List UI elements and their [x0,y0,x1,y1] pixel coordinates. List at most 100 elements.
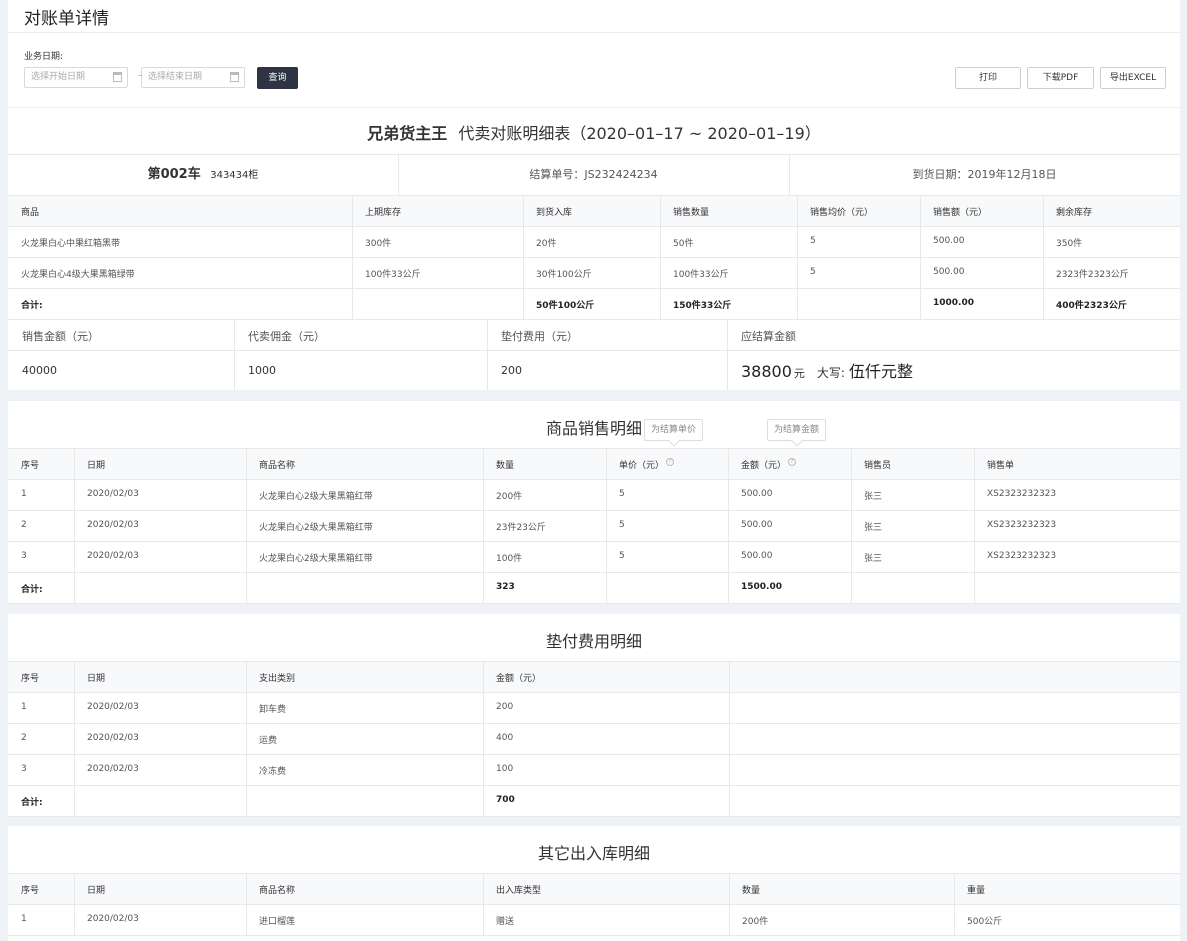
column-header: 商品 [21,208,40,218]
table-cell: 进口榴莲 [259,917,296,927]
table-cell: 300件 [365,239,392,249]
table-cell: 5 [810,236,816,246]
print-button[interactable]: 打印 [955,67,1021,89]
divider [8,448,1180,449]
start-date-input[interactable]: 选择开始日期 [24,67,128,88]
table-header [8,661,1180,692]
table-cell: 运费 [259,736,278,746]
column-header: 到货入库 [536,208,573,218]
table-cell: 火龙果白心2级大果黑箱红带 [259,492,373,502]
query-button[interactable]: 查询 [257,67,298,89]
divider [729,661,730,816]
help-icon: ? [666,458,675,466]
advance-title: 垫付费用明细 [545,632,642,651]
divider [246,448,247,603]
divider [8,541,1180,542]
column-header: 金额（元） [496,674,542,684]
column-header: 数量 [496,461,515,471]
table-cell: 冷冻费 [259,767,287,777]
divider [483,448,484,603]
column-header: 销售单 [987,461,1015,471]
divider [8,572,1180,573]
table-cell: 200件 [496,492,523,502]
table-cell: 3 [21,764,27,774]
divider [8,754,1180,755]
column-header: 金额（元）? [741,458,797,471]
caps-value: 伍仟元整 [848,362,913,381]
table-cell: 2020/02/03 [87,764,139,774]
cabinet-number: 343434柜 [210,170,259,181]
table-cell: XS2323232323 [987,520,1057,530]
sales-panel: 商品销售明细 为结算单价 为结算金额 序号 日期 商品名称 数量 单价（元）? 金额（元）… [8,401,1180,604]
total-cell: 合计: [21,585,43,595]
divider [851,448,852,603]
table-cell: 20件 [536,239,557,249]
end-date-input[interactable]: 选择结束日期 [141,67,245,88]
divider [234,319,235,390]
divider [8,257,1180,258]
truck-number: 第002车 [147,167,201,182]
divider [8,195,1180,196]
column-header: 日期 [87,674,106,684]
settle-number: 结算单号：JS232424234 [529,168,658,181]
divider [487,319,488,390]
table-cell: 2 [21,733,27,743]
divider [727,319,728,390]
table-cell: 200 [496,702,514,712]
summary-value: 40000 [22,364,57,377]
summary-label: 应结算金额 [741,330,796,343]
column-header: 出入库类型 [496,886,542,896]
summary-label: 代卖佣金（元） [248,330,325,343]
report-subtitle: 代卖对账明细表（2020–01–17 ~ 2020–01–19） [458,124,821,143]
divider [8,288,1180,289]
export-excel-button[interactable]: 导出EXCEL [1100,67,1166,89]
table-cell: 23件23公斤 [496,523,546,533]
column-header: 日期 [87,461,106,471]
divider [974,448,975,603]
column-header: 销售数量 [673,208,710,218]
table-cell: 400 [496,733,514,743]
divider [8,350,1180,351]
column-header: 商品名称 [259,886,296,896]
total-cell: 1500.00 [741,582,782,592]
table-cell: 赠送 [496,917,515,927]
table-cell: 2 [21,520,27,530]
divider [8,785,1180,786]
caps-label: 大写: [816,366,845,380]
report-panel: 兄弟货主王 代卖对账明细表（2020–01–17 ~ 2020–01–19） 第… [8,108,1180,390]
divider [728,448,729,603]
download-pdf-button[interactable]: 下载PDF [1027,67,1094,89]
divider [483,661,484,816]
column-header: 剩余库存 [1056,208,1093,218]
table-cell: 100件33公斤 [673,270,729,280]
table-cell: 2020/02/03 [87,914,139,924]
divider [8,661,1180,662]
divider [8,692,1180,693]
column-header: 销售员 [864,461,892,471]
other-panel: 其它出入库明细 序号 日期 商品名称 出入库类型 数量 重量 1 2020/02/03 进口榴莲… [8,826,1180,941]
filter-panel: 对账单详情 业务日期: 选择开始日期 – 选择结束日期 查询 打印 下载PDF … [8,0,1180,107]
table-cell: 100 [496,764,514,774]
divider [8,603,1180,604]
column-header: 支出类别 [259,674,296,684]
page-title: 对账单详情 [24,9,109,29]
settle-amount-value: 38800 [741,362,792,381]
table-cell: 2020/02/03 [87,520,139,530]
table-cell: 100件 [496,554,523,564]
sales-title: 商品销售明细 [545,419,642,438]
other-title: 其它出入库明细 [537,844,650,863]
table-cell: 500.00 [933,236,965,246]
table-cell: 50件 [673,239,694,249]
divider [8,510,1180,511]
table-cell: 500公斤 [967,917,1003,927]
table-cell: 张三 [864,523,883,533]
summary-label: 垫付费用（元） [501,330,578,343]
table-cell: 200件 [742,917,769,927]
table-cell: 500.00 [741,551,773,561]
column-header: 序号 [21,461,40,471]
business-date-label: 业务日期: [24,52,64,62]
report-title: 兄弟货主王 代卖对账明细表（2020–01–17 ~ 2020–01–19） [8,120,1180,144]
column-header: 重量 [967,886,986,896]
settle-amount: 38800 元大写: 伍仟元整 [741,358,913,382]
arrival-date: 到货日期：2019年12月18日 [912,168,1057,181]
